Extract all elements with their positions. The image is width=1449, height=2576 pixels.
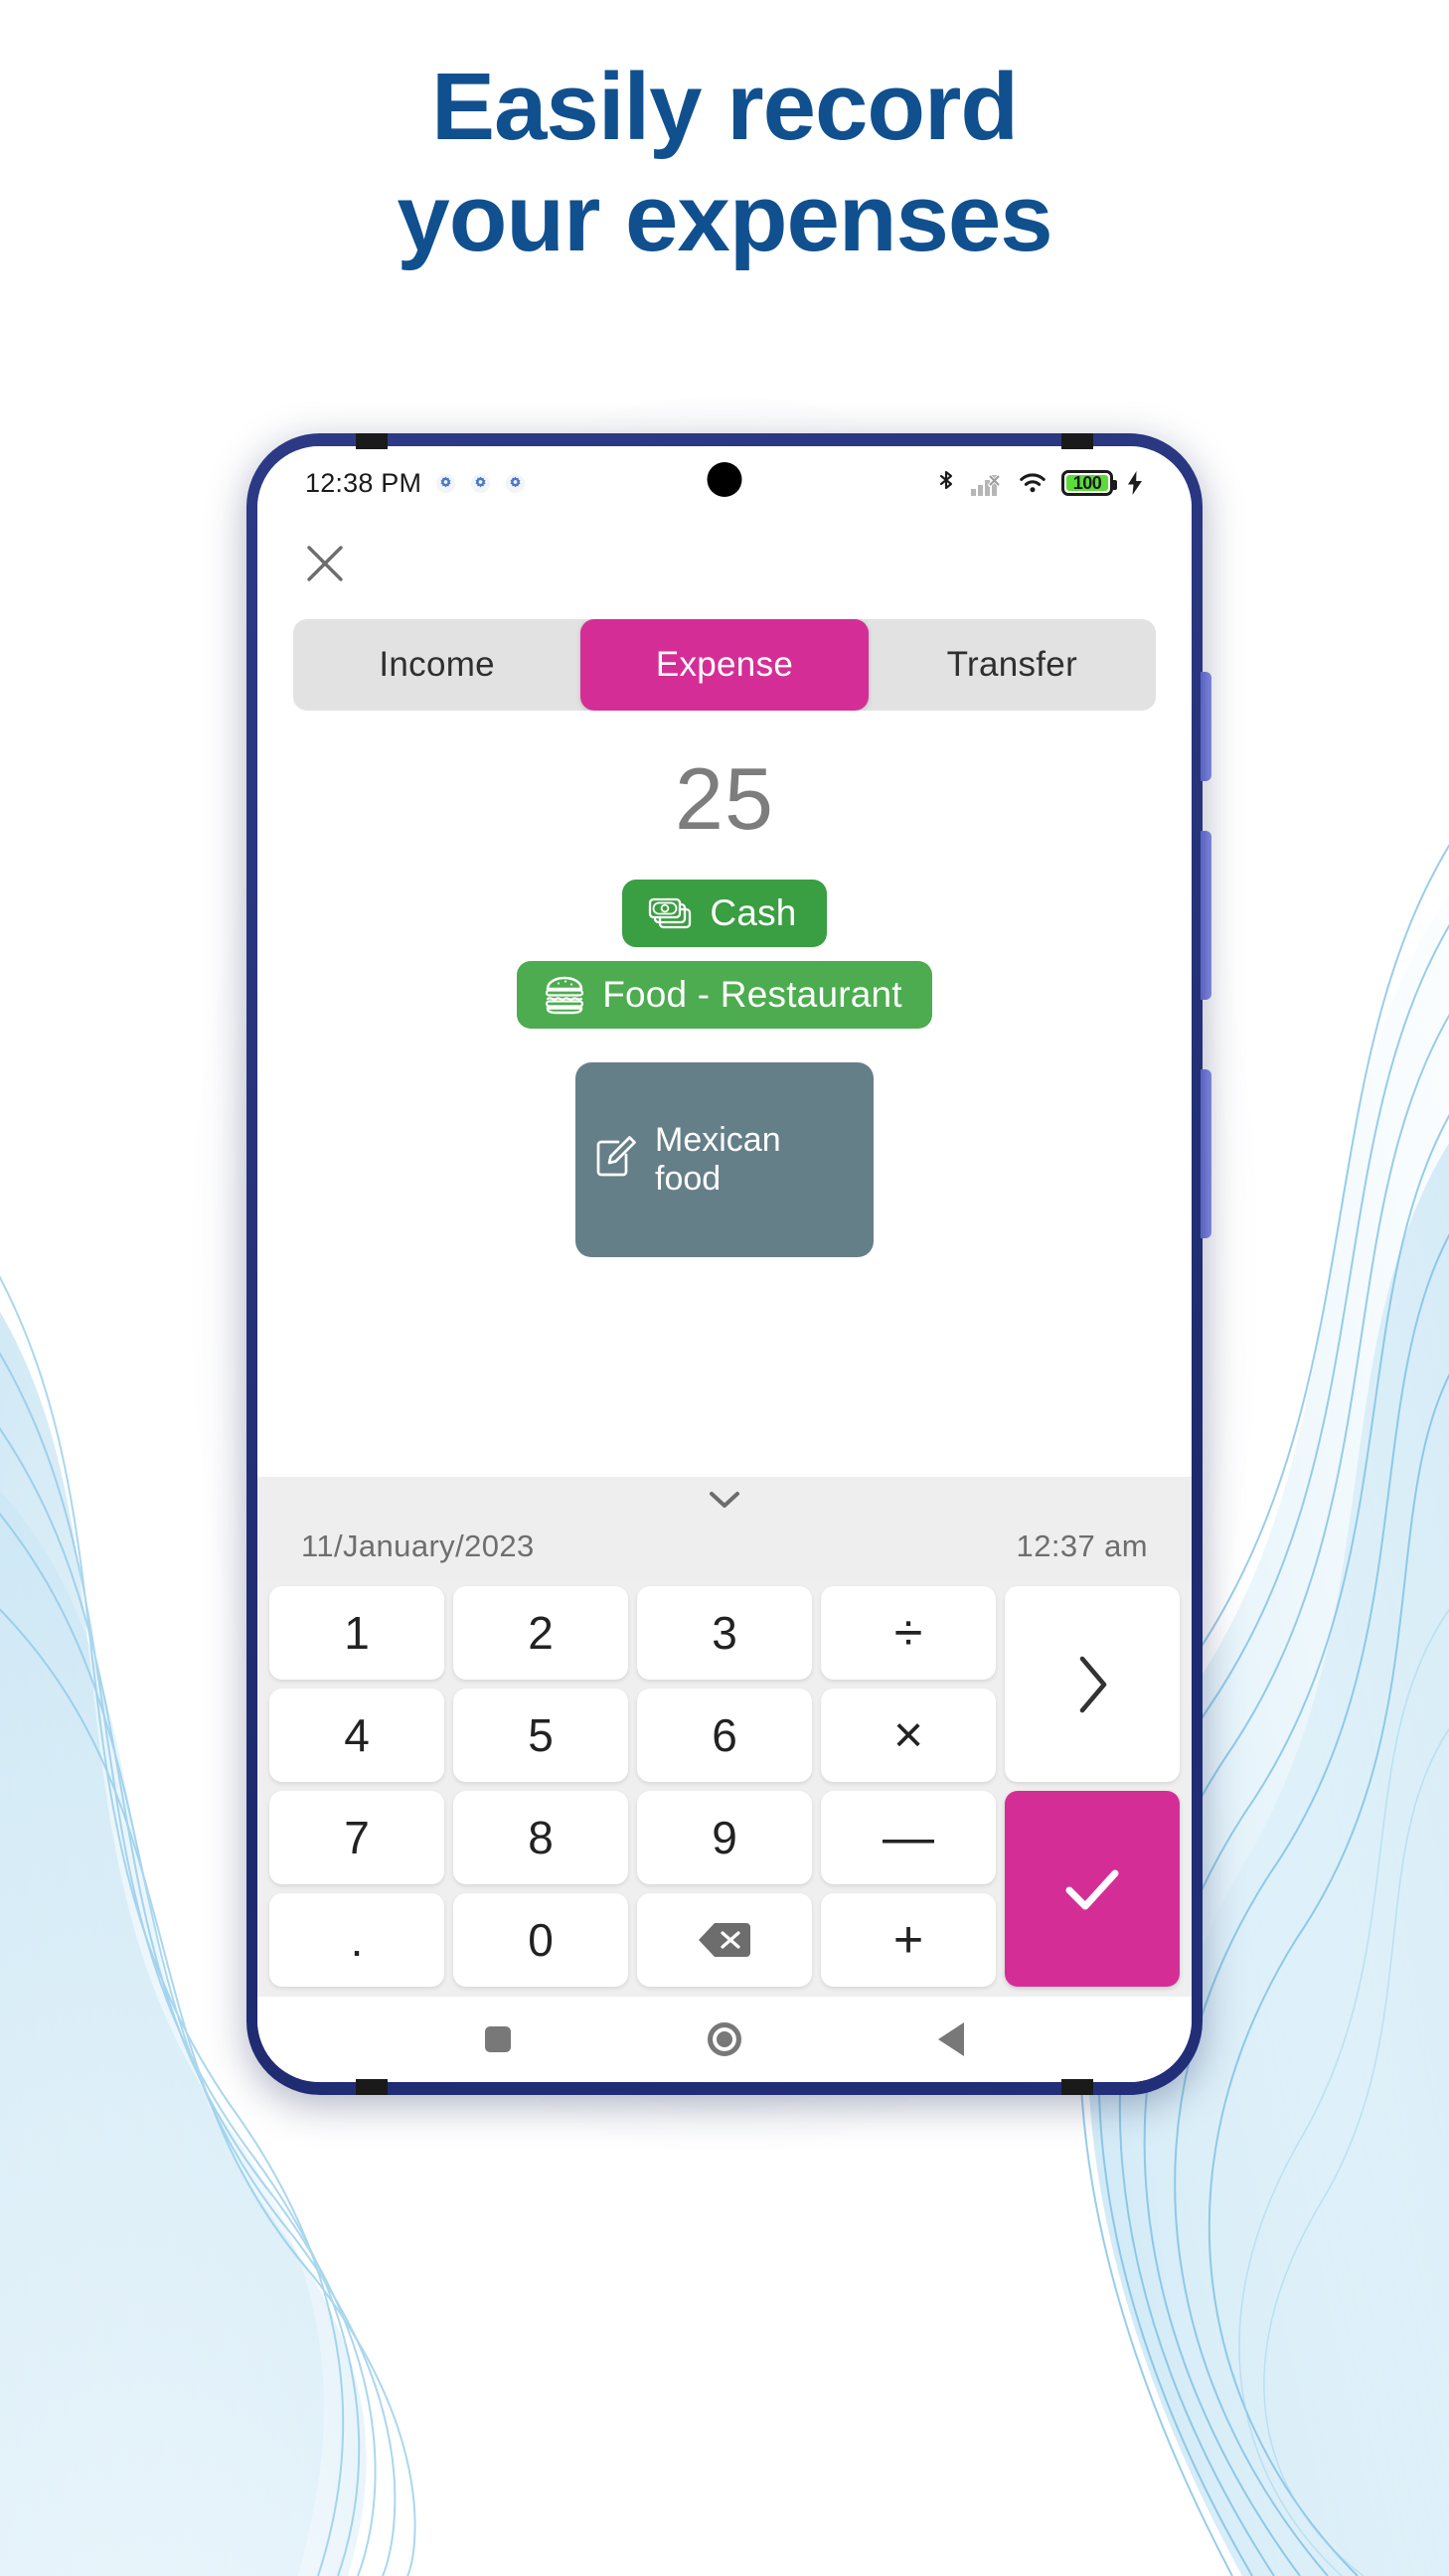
key-backspace[interactable] — [637, 1893, 812, 1987]
status-bar-clock: 12:38 PM — [305, 467, 422, 498]
tab-expense[interactable]: Expense — [580, 619, 869, 711]
account-chip-cash[interactable]: Cash — [622, 880, 827, 947]
key-8[interactable]: 8 — [453, 1791, 628, 1884]
time-value[interactable]: 12:37 am — [1017, 1529, 1148, 1564]
phone-mockup: 12:38 PM 100 Income Expense Transfer 25 … — [207, 409, 1242, 2139]
key-multiply[interactable]: × — [821, 1689, 996, 1782]
phone-side-button-volume-up[interactable] — [1201, 672, 1211, 781]
key-3[interactable]: 3 — [637, 1586, 812, 1680]
app-top-bar — [257, 512, 1192, 615]
account-chip-label: Cash — [710, 892, 797, 933]
antenna-band-bottom-right — [1061, 2079, 1093, 2095]
close-button[interactable] — [299, 538, 351, 589]
checkmark-icon — [1065, 1869, 1119, 1909]
transaction-details: Cash Food - Restaurant Mexican food — [257, 876, 1192, 1257]
transaction-type-tabs: Income Expense Transfer — [293, 619, 1156, 711]
key-minus[interactable]: — — [821, 1791, 996, 1884]
back-triangle-icon[interactable] — [938, 2022, 964, 2056]
antenna-band-bottom-left — [356, 2079, 388, 2095]
key-1[interactable]: 1 — [269, 1586, 444, 1680]
tab-transfer[interactable]: Transfer — [869, 619, 1156, 711]
promo-headline: Easily record your expenses — [0, 52, 1449, 274]
headline-line-1: Easily record — [431, 54, 1019, 160]
date-value[interactable]: 11/January/2023 — [301, 1529, 535, 1564]
key-plus[interactable]: + — [821, 1893, 996, 1987]
camera-punch-hole — [707, 462, 742, 497]
collapse-keypad-button[interactable] — [257, 1477, 1192, 1523]
date-time-row: 11/January/2023 12:37 am — [257, 1523, 1192, 1580]
content-spacer — [257, 1257, 1192, 1477]
edit-note-icon — [593, 1133, 639, 1188]
category-chip-label: Food - Restaurant — [602, 974, 902, 1015]
amount-display[interactable]: 25 — [257, 711, 1192, 876]
phone-screen: 12:38 PM 100 Income Expense Transfer 25 … — [257, 446, 1192, 2082]
backspace-icon — [699, 1923, 750, 1957]
signal-no-service-icon — [971, 474, 1001, 496]
key-7[interactable]: 7 — [269, 1791, 444, 1884]
antenna-band-top-left — [356, 433, 388, 449]
android-nav-bar — [257, 1997, 1192, 2082]
wifi-icon — [1020, 473, 1046, 493]
home-circle-icon[interactable] — [708, 2022, 741, 2056]
key-divide[interactable]: ÷ — [821, 1586, 996, 1680]
key-9[interactable]: 9 — [637, 1791, 812, 1884]
key-6[interactable]: 6 — [637, 1689, 812, 1782]
numeric-keypad: 1 2 3 ÷ 4 5 6 × 7 8 9 — . 0 + — [257, 1580, 1192, 1997]
chevron-down-icon — [710, 1492, 739, 1508]
gear-icon — [471, 473, 491, 493]
phone-side-button-volume-down[interactable] — [1201, 831, 1211, 1000]
close-icon — [307, 546, 343, 581]
charging-bolt-icon — [1128, 471, 1142, 495]
chevron-right-icon — [1079, 1656, 1107, 1712]
antenna-band-top-right — [1061, 433, 1093, 449]
gear-icon — [436, 473, 456, 493]
gear-icon — [506, 473, 526, 493]
recents-square-icon[interactable] — [485, 2026, 511, 2052]
tab-income[interactable]: Income — [293, 619, 580, 711]
battery-level-text: 100 — [1072, 472, 1102, 493]
headline-line-2: your expenses — [397, 165, 1052, 271]
note-card[interactable]: Mexican food — [575, 1062, 874, 1257]
key-0[interactable]: 0 — [453, 1893, 628, 1987]
phone-side-button-power[interactable] — [1201, 1069, 1211, 1238]
bottom-panel: 11/January/2023 12:37 am — [257, 1477, 1192, 1580]
key-submit[interactable] — [1005, 1791, 1180, 1987]
key-4[interactable]: 4 — [269, 1689, 444, 1782]
key-5[interactable]: 5 — [453, 1689, 628, 1782]
banknotes-icon — [648, 896, 694, 930]
status-bar-right: 100 — [935, 468, 1144, 498]
key-next[interactable] — [1005, 1586, 1180, 1782]
key-2[interactable]: 2 — [453, 1586, 628, 1680]
category-chip-food[interactable]: Food - Restaurant — [517, 961, 932, 1029]
status-bar-left: 12:38 PM — [305, 468, 526, 499]
note-label: Mexican food — [655, 1121, 781, 1198]
key-decimal[interactable]: . — [269, 1893, 444, 1987]
burger-icon — [543, 974, 586, 1016]
battery-indicator: 100 — [1061, 470, 1117, 496]
status-bar: 12:38 PM 100 — [257, 446, 1192, 512]
bluetooth-icon — [939, 470, 953, 490]
